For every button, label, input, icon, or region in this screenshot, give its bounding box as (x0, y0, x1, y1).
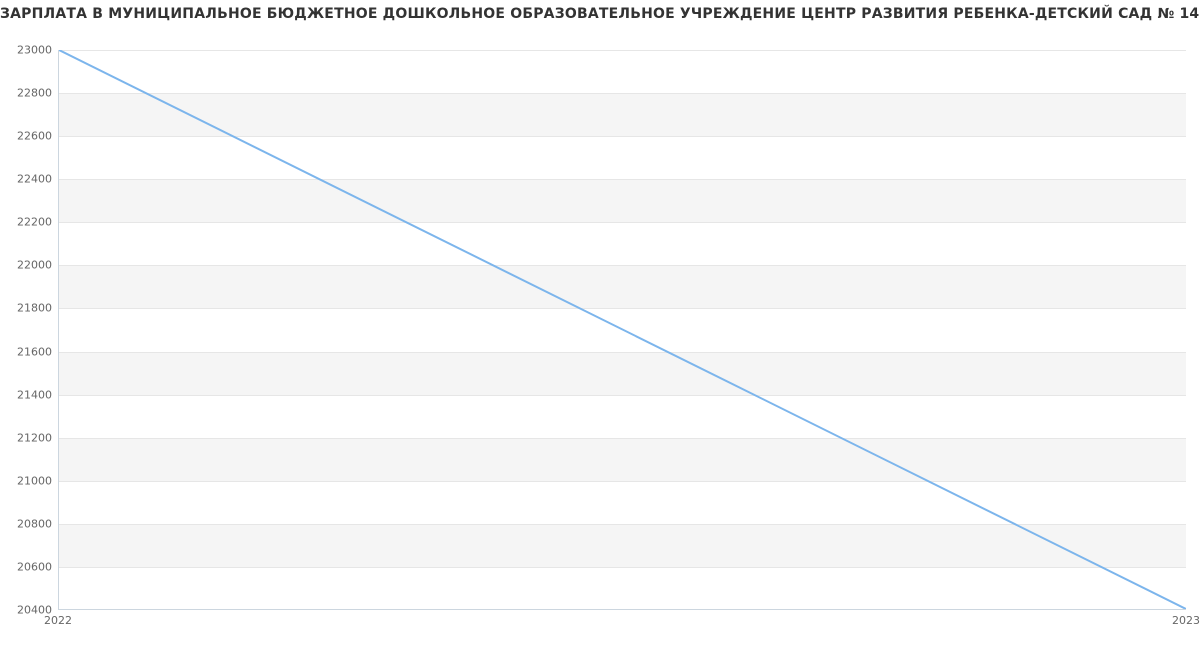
y-tick-label: 23000 (6, 44, 52, 57)
y-tick-label: 22000 (6, 259, 52, 272)
y-tick-label: 20800 (6, 517, 52, 530)
y-tick-label: 21400 (6, 388, 52, 401)
series-line (59, 50, 1186, 609)
chart-title: ЗАРПЛАТА В МУНИЦИПАЛЬНОЕ БЮДЖЕТНОЕ ДОШКО… (0, 0, 1200, 22)
y-tick-label: 20400 (6, 604, 52, 617)
y-tick-label: 21200 (6, 431, 52, 444)
line-layer (59, 50, 1186, 609)
plot-area (58, 50, 1186, 610)
y-tick-label: 21600 (6, 345, 52, 358)
y-tick-label: 20600 (6, 560, 52, 573)
y-tick-label: 22400 (6, 173, 52, 186)
y-tick-label: 22800 (6, 87, 52, 100)
x-axis: 2022 2023 (58, 614, 1186, 634)
y-tick-label: 21800 (6, 302, 52, 315)
x-tick-label: 2023 (1172, 614, 1200, 627)
chart-area: 2022 2023 20400 20600 20800 21000 21200 21400… (0, 22, 1200, 640)
y-tick-label: 21000 (6, 474, 52, 487)
y-tick-label: 22200 (6, 216, 52, 229)
y-tick-label: 22600 (6, 130, 52, 143)
